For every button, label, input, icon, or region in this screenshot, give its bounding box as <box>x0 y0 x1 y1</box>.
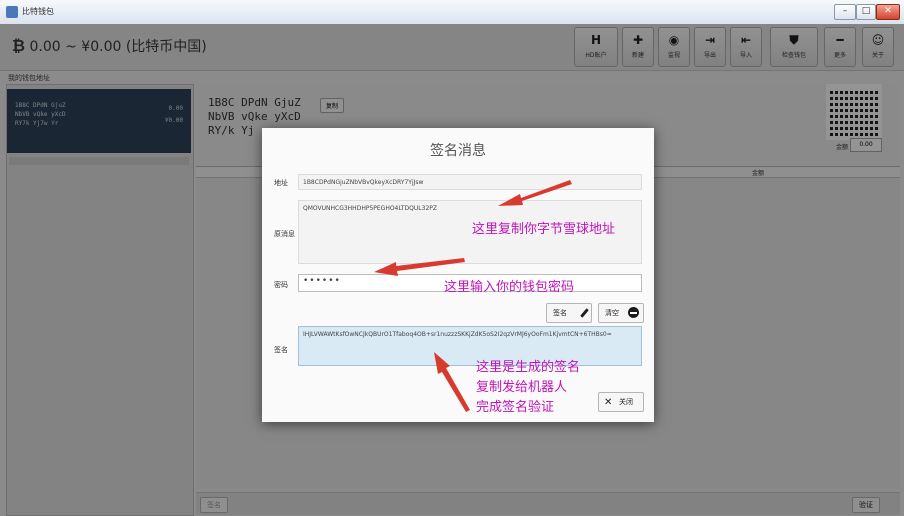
signature-label: 签名 <box>274 346 288 354</box>
annotation-enter-password: 这里输入你的钱包密码 <box>444 280 575 295</box>
annotation-generated-sig-3: 完成签名验证 <box>476 400 555 415</box>
maximize-button[interactable]: □ <box>856 4 876 20</box>
title-bar: 比特钱包 – □ ✕ <box>0 0 904 25</box>
close-dialog-button[interactable]: ✕ 关闭 <box>598 392 644 412</box>
address-label: 地址 <box>274 179 288 187</box>
sign-button[interactable]: 签名 <box>546 303 592 323</box>
close-icon: ✕ <box>604 397 613 408</box>
window-title: 比特钱包 <box>22 7 54 16</box>
sign-message-dialog: 签名消息 地址 1B8CDPdNGjuZNbVBvQkeyXcDRY7YjJsw… <box>262 128 654 422</box>
wallet-window: 比特钱包 – □ ✕ ₿ 0.00 ~ ¥0.00 (比特币中国) H HD账户… <box>0 0 904 516</box>
app-icon <box>6 6 18 18</box>
clear-button[interactable]: 清空 <box>598 303 644 323</box>
pencil-icon <box>580 308 589 318</box>
annotation-copy-address: 这里复制你字节雪球地址 <box>472 222 616 237</box>
annotation-generated-sig-2: 复制发给机器人 <box>476 380 568 395</box>
dialog-title: 签名消息 <box>430 143 486 159</box>
minimize-button[interactable]: – <box>834 4 856 20</box>
address-field[interactable]: 1B8CDPdNGjuZNbVBvQkeyXcDRY7YjJsw <box>298 174 642 190</box>
signature-field[interactable]: IHJLVWAWtKsfOwNCJkQBUrO1Tfaboq4OB+sr1nuz… <box>298 326 642 366</box>
annotation-generated-sig-1: 这里是生成的签名 <box>476 360 581 375</box>
clear-icon <box>628 307 639 318</box>
password-label: 密码 <box>274 281 288 289</box>
message-label: 原消息 <box>274 230 295 238</box>
close-button[interactable]: ✕ <box>876 4 900 20</box>
